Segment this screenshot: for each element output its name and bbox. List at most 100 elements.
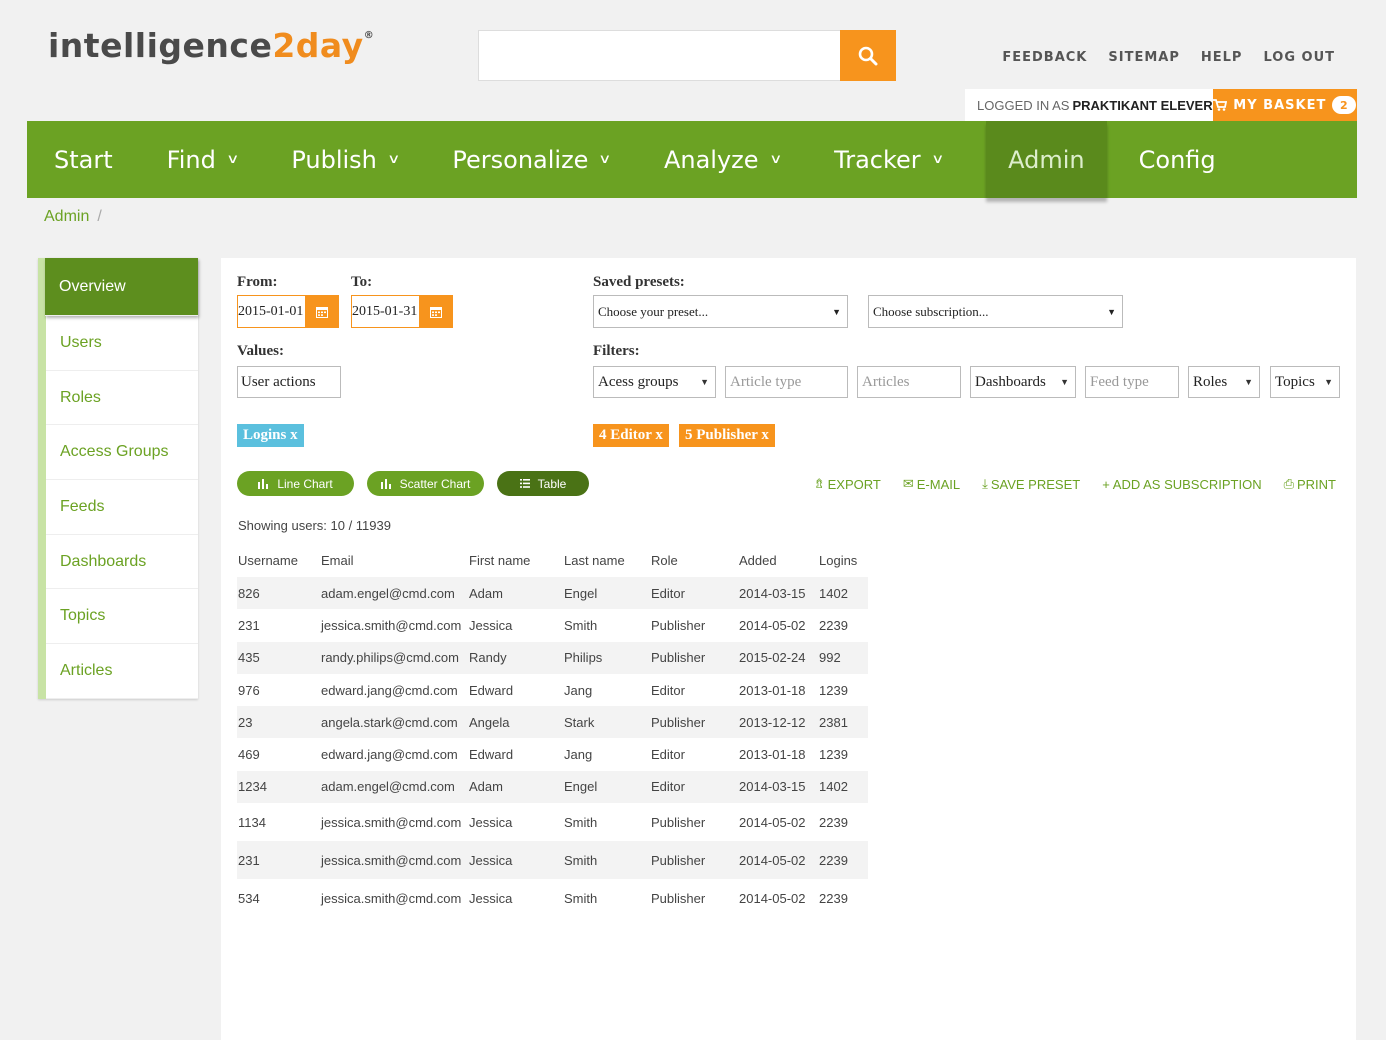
breadcrumb-admin[interactable]: Admin [44, 208, 89, 225]
feedback-link[interactable]: FEEDBACK [1002, 50, 1087, 65]
table-row[interactable]: 231 jessica.smith@cmd.com Jessica Smith Publ… [237, 841, 868, 880]
filter-articles[interactable]: Articles [857, 366, 961, 398]
sidebar-item-label: Dashboards [60, 552, 147, 570]
logo-text: intelligence2day® [48, 25, 375, 65]
column-header-first-name[interactable]: First name [468, 543, 563, 577]
subscription-select[interactable]: Choose subscription... ▼ [868, 295, 1123, 328]
export-button[interactable]: ⇯ EXPORT [814, 476, 881, 492]
list-icon [519, 479, 530, 488]
nav-tracker[interactable]: Tracker ∨ [807, 121, 969, 198]
sidebar-item-feeds[interactable]: Feeds [46, 480, 198, 535]
table-row[interactable]: 826 adam.engel@cmd.com Adam Engel Editor 2014… [237, 577, 868, 610]
chevron-down-icon: ∨ [768, 152, 782, 167]
sidebar-item-overview[interactable]: Overview [45, 258, 198, 316]
calendar-icon [429, 306, 442, 318]
sidebar-item-articles[interactable]: Articles [46, 644, 198, 699]
sidebar-item-users[interactable]: Users [46, 316, 198, 371]
scatter-chart-button[interactable]: Scatter Chart [367, 471, 484, 496]
filter-topics[interactable]: Topics ▼ [1270, 366, 1340, 398]
sidebar-item-topics[interactable]: Topics [46, 589, 198, 645]
sidebar-item-dashboards[interactable]: Dashboards [46, 535, 198, 590]
nav-config[interactable]: Config [1107, 121, 1248, 198]
filter-tag-editor[interactable]: 4 Editor x [593, 424, 669, 447]
column-header-email[interactable]: Email [320, 543, 468, 577]
nav-publish[interactable]: Publish ∨ [264, 121, 425, 198]
to-date-field: 2015-01-31 [351, 295, 453, 328]
logged-in-label: LOGGED IN AS [977, 97, 1070, 113]
filter-dashboards[interactable]: Dashboards ▼ [970, 366, 1076, 398]
help-link[interactable]: HELP [1201, 50, 1243, 65]
calendar-button[interactable] [305, 296, 338, 327]
search-input[interactable] [478, 30, 840, 81]
cell-role: Publisher [651, 852, 706, 868]
nav-tracker-label: Tracker [834, 145, 921, 174]
logo[interactable]: intelligence2day® [44, 14, 374, 90]
search-button[interactable] [840, 30, 896, 81]
cell-added: 2014-05-02 [739, 890, 806, 906]
sidebar-item-access-groups[interactable]: Access Groups [46, 425, 198, 481]
table-row[interactable]: 469 edward.jang@cmd.com Edward Jang Editor 20… [237, 738, 868, 770]
from-date-input[interactable]: 2015-01-01 [238, 296, 305, 327]
cell-first-name: Edward [469, 682, 514, 698]
print-icon: ⎙ [1283, 476, 1294, 491]
column-header-logins[interactable]: Logins [818, 543, 868, 577]
nav-find[interactable]: Find ∨ [140, 121, 265, 198]
column-header-username[interactable]: Username [237, 543, 320, 577]
add-subscription-button[interactable]: + ADD AS SUBSCRIPTION [1102, 476, 1261, 492]
chevron-down-icon: ∨ [386, 152, 401, 167]
column-header-last-name[interactable]: Last name [563, 543, 650, 577]
sidebar-item-label: Feeds [60, 497, 105, 515]
table-row[interactable]: 1134 jessica.smith@cmd.com Jessica Smith Pub… [237, 803, 868, 841]
to-label: To: [351, 274, 373, 290]
nav-start[interactable]: Start [27, 121, 140, 198]
sidebar-item-label: Overview [59, 277, 126, 295]
table-row[interactable]: 435 randy.philips@cmd.com Randy Philips Publ… [237, 641, 868, 674]
cell-username: 826 [238, 585, 260, 601]
email-button[interactable]: ✉ E-MAIL [903, 476, 960, 492]
cell-logins: 2239 [819, 890, 848, 906]
column-header-role[interactable]: Role [650, 543, 738, 577]
nav-analyze-label: Analyze [663, 145, 759, 174]
cell-logins: 1239 [819, 682, 848, 698]
from-label: From: [237, 274, 278, 290]
basket-button[interactable]: MY BASKET 2 [1212, 89, 1357, 121]
column-header-added[interactable]: Added [738, 543, 818, 577]
filter-article-type[interactable]: Article type [725, 366, 848, 398]
preset-select[interactable]: Choose your preset... ▼ [593, 295, 848, 328]
logout-link[interactable]: LOG OUT [1263, 50, 1335, 65]
save-preset-button[interactable]: ⤓ SAVE PRESET [982, 476, 1080, 492]
cell-last-name: Engel [564, 779, 598, 795]
calendar-button[interactable] [419, 296, 452, 327]
nav-admin[interactable]: Admin [986, 121, 1107, 198]
to-date-input[interactable]: 2015-01-31 [352, 296, 419, 327]
nav-personalize[interactable]: Personalize ∨ [425, 121, 637, 198]
line-chart-button[interactable]: Line Chart [237, 471, 354, 496]
cell-email: edward.jang@cmd.com [321, 682, 458, 698]
table-row[interactable]: 23 angela.stark@cmd.com Angela Stark Publish… [237, 706, 868, 739]
sidebar-item-roles[interactable]: Roles [46, 371, 198, 426]
nav-config-label: Config [1138, 145, 1216, 174]
filter-roles[interactable]: Roles ▼ [1188, 366, 1260, 398]
sitemap-link[interactable]: SITEMAP [1108, 50, 1179, 65]
table-row[interactable]: 231 jessica.smith@cmd.com Jessica Smith Publ… [237, 609, 868, 641]
table-header-row: Username Email First name Last name Role… [237, 543, 868, 577]
cell-first-name: Adam [469, 585, 503, 601]
table-row[interactable]: 1234 adam.engel@cmd.com Adam Engel Editor 201… [237, 770, 868, 804]
nav-publish-label: Publish [291, 145, 377, 174]
filter-access-groups[interactable]: Acess groups ▼ [593, 366, 716, 398]
filter-tag-publisher[interactable]: 5 Publisher x [679, 424, 775, 447]
print-button[interactable]: ⎙ PRINT [1284, 476, 1336, 492]
filter-feed-type[interactable]: Feed type [1085, 366, 1179, 398]
table-row[interactable]: 976 edward.jang@cmd.com Edward Jang Editor 20… [237, 674, 868, 706]
table-row[interactable]: 534 jessica.smith@cmd.com Jessica Smith Publ… [237, 879, 868, 917]
export-icon: ⇯ [813, 476, 825, 491]
value-tag-logins[interactable]: Logins x [237, 424, 304, 447]
table-button[interactable]: Table [497, 471, 589, 496]
cell-logins: 1239 [819, 747, 848, 763]
calendar-icon [315, 306, 328, 318]
cell-logins: 2239 [819, 852, 848, 868]
sidebar-item-label: Access Groups [60, 443, 169, 461]
values-select[interactable]: User actions [237, 366, 341, 398]
cell-username: 976 [238, 682, 260, 698]
nav-analyze[interactable]: Analyze ∨ [637, 121, 807, 198]
